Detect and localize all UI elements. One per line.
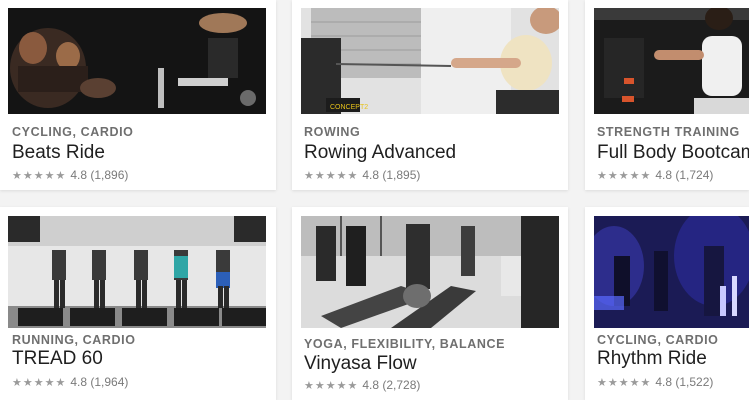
rating-value: 4.8	[655, 168, 672, 182]
class-title[interactable]: Rhythm Ride	[597, 348, 707, 370]
rating-stars-icon: ★★★★★	[597, 170, 652, 182]
rating-count: (1,522)	[675, 375, 714, 389]
class-card-beats-ride[interactable]: CYCLING, CARDIO Beats Ride ★★★★★ 4.8 (1,8…	[0, 0, 276, 190]
rating-count: (2,728)	[382, 378, 421, 392]
class-rating: ★★★★★ 4.8 (1,964)	[12, 375, 128, 389]
class-category: CYCLING, CARDIO	[597, 333, 719, 347]
rating-count: (1,724)	[675, 168, 714, 182]
class-title[interactable]: TREAD 60	[12, 348, 103, 370]
class-thumbnail	[301, 216, 559, 328]
class-thumbnail: CONCEPT2	[301, 8, 559, 114]
rating-stars-icon: ★★★★★	[12, 377, 67, 389]
class-thumbnail	[8, 8, 266, 114]
class-thumbnail	[594, 8, 749, 114]
class-rating: ★★★★★ 4.8 (2,728)	[304, 378, 420, 392]
rating-stars-icon: ★★★★★	[304, 380, 359, 392]
rating-stars-icon: ★★★★★	[597, 377, 652, 389]
class-thumbnail	[594, 216, 749, 328]
rower-brand-text: CONCEPT2	[330, 104, 368, 111]
class-card-full-body-bootcamp[interactable]: STRENGTH TRAINING Full Body Bootcamp ★★★…	[585, 0, 749, 190]
class-card-rowing-advanced[interactable]: CONCEPT2 ROWING Rowing Advanced ★★★★★ 4.8…	[292, 0, 568, 190]
rating-value: 4.8	[70, 375, 87, 389]
class-title[interactable]: Rowing Advanced	[304, 142, 456, 164]
class-thumbnail	[8, 216, 266, 328]
class-title[interactable]: Full Body Bootcamp	[597, 142, 749, 164]
class-title[interactable]: Beats Ride	[12, 142, 105, 164]
rating-value: 4.8	[362, 378, 379, 392]
class-category: ROWING	[304, 125, 361, 139]
class-category: RUNNING, CARDIO	[12, 333, 136, 347]
rating-count: (1,896)	[90, 168, 129, 182]
rating-value: 4.8	[70, 168, 87, 182]
class-category: CYCLING, CARDIO	[12, 125, 134, 139]
rating-value: 4.8	[655, 375, 672, 389]
class-title[interactable]: Vinyasa Flow	[304, 353, 417, 375]
class-rating: ★★★★★ 4.8 (1,724)	[597, 168, 713, 182]
class-card-rhythm-ride[interactable]: CYCLING, CARDIO Rhythm Ride ★★★★★ 4.8 (1,…	[585, 207, 749, 400]
class-card-vinyasa-flow[interactable]: YOGA, FLEXIBILITY, BALANCE Vinyasa Flow …	[292, 207, 568, 400]
class-rating: ★★★★★ 4.8 (1,895)	[304, 168, 420, 182]
class-rating: ★★★★★ 4.8 (1,896)	[12, 168, 128, 182]
rating-count: (1,895)	[382, 168, 421, 182]
rating-stars-icon: ★★★★★	[304, 170, 359, 182]
rating-count: (1,964)	[90, 375, 129, 389]
rating-value: 4.8	[362, 168, 379, 182]
class-card-tread-60[interactable]: RUNNING, CARDIO TREAD 60 ★★★★★ 4.8 (1,964…	[0, 207, 276, 400]
class-category: YOGA, FLEXIBILITY, BALANCE	[304, 337, 506, 351]
rating-stars-icon: ★★★★★	[12, 170, 67, 182]
class-rating: ★★★★★ 4.8 (1,522)	[597, 375, 713, 389]
class-category: STRENGTH TRAINING	[597, 125, 740, 139]
